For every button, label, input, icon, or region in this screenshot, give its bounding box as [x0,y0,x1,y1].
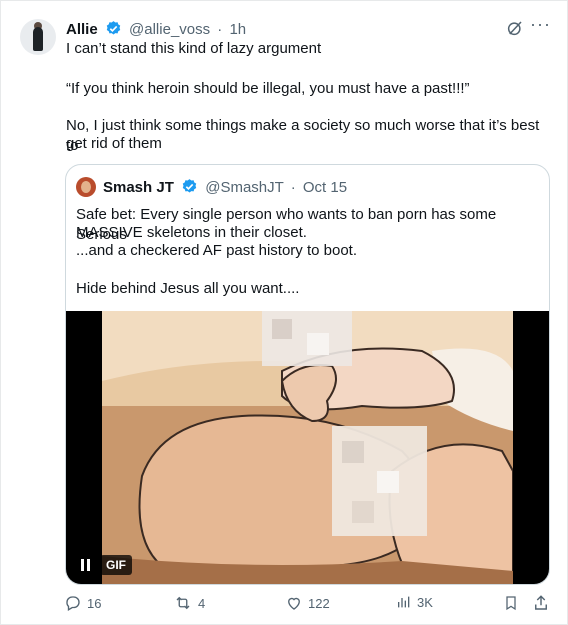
like-count: 122 [308,595,330,611]
reply-button[interactable]: 16 [64,594,101,612]
like-icon [288,597,300,610]
quote-text-line: MASSIVE skeletons in their closet. [76,224,307,241]
like-button[interactable]: 122 [285,594,330,612]
quote-author-name[interactable]: Smash JT [103,179,174,196]
quoted-tweet[interactable]: Smash JT @SmashJT · Oct 15 Safe bet: Eve… [65,164,550,585]
share-icon [535,595,547,610]
quote-header: Smash JT @SmashJT · Oct 15 [103,178,347,200]
repost-button[interactable]: 4 [173,594,205,612]
avatar[interactable] [20,19,56,55]
post-text-line: “If you think heroin should be illegal, … [66,80,470,97]
reply-count: 16 [87,595,102,611]
share-button[interactable] [532,594,550,612]
views-icon [398,596,410,608]
gif-frame [102,311,513,584]
views-button[interactable]: 3K [396,594,433,610]
quote-avatar[interactable] [76,177,96,197]
quote-text-line: Hide behind Jesus all you want.... [76,280,300,297]
dot-separator: · [290,179,296,196]
post-time[interactable]: 1h [229,21,246,38]
gif-badge: GIF [100,555,132,575]
gif-media[interactable]: GIF [66,311,549,584]
bookmark-icon [506,596,516,611]
pause-icon[interactable] [76,555,96,575]
author-handle[interactable]: @allie_voss [129,21,210,38]
more-icon[interactable]: ··· [530,14,551,35]
repost-count: 4 [198,595,206,611]
verified-badge-icon [181,178,198,200]
post-text-line: I can’t stand this kind of lazy argument [66,40,322,57]
dot-separator: · [217,21,223,38]
quote-text-line: ...and a checkered AF past history to bo… [76,242,357,259]
quote-date[interactable]: Oct 15 [303,179,347,196]
repost-icon [176,596,190,610]
views-count: 3K [417,594,433,610]
quote-author-handle[interactable]: @SmashJT [205,179,283,196]
author-name[interactable]: Allie [66,21,98,38]
bookmark-button[interactable] [503,594,519,612]
action-bar: 16 4 122 3K [0,594,568,614]
post-text-line: get rid of them [66,135,162,152]
reply-icon [66,596,80,611]
